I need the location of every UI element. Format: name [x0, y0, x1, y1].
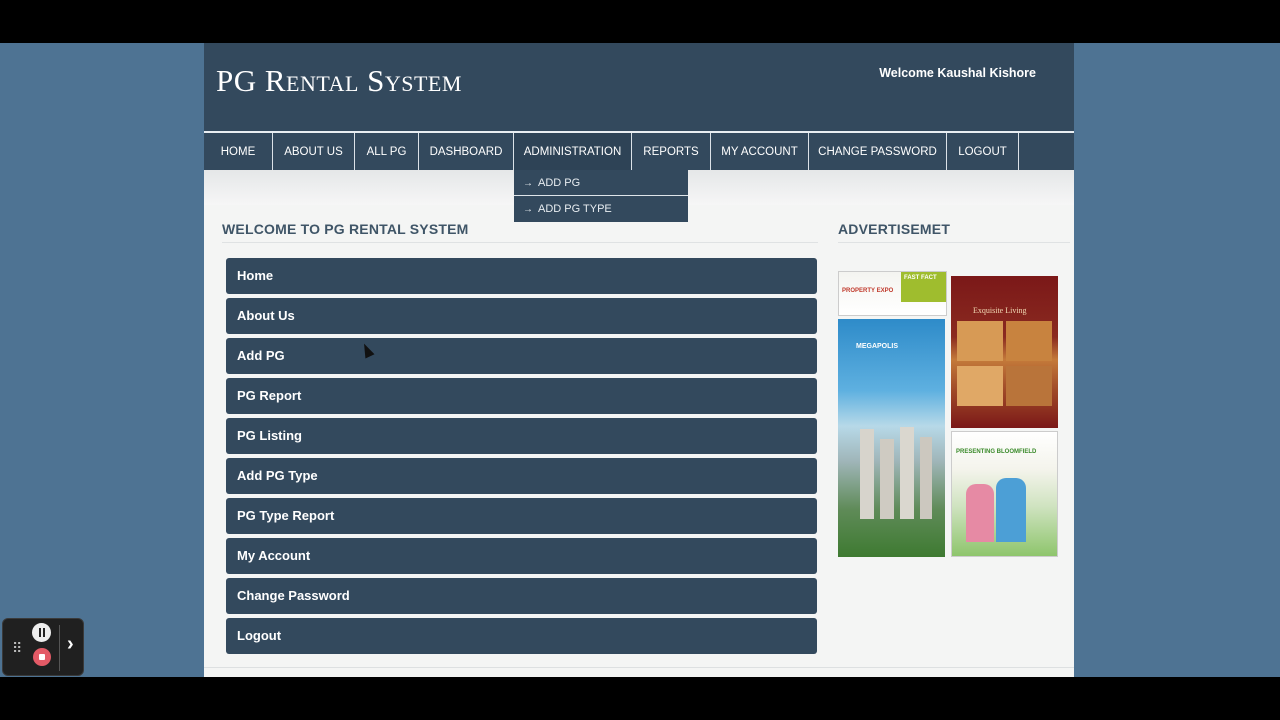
grip-icon[interactable]: ⠿: [12, 640, 22, 657]
nav-home[interactable]: HOME: [204, 133, 273, 170]
menu-pg-listing[interactable]: PG Listing: [226, 418, 817, 454]
ad-property-expo[interactable]: FAST FACT PROPERTY EXPO: [838, 271, 947, 316]
tower-graphic: [880, 439, 894, 519]
top-letterbox: [0, 0, 1280, 43]
browser-stage: PG Rental System Welcome Kaushal Kishore…: [0, 43, 1280, 677]
bottom-letterbox: [0, 677, 1280, 720]
chevron-right-icon[interactable]: ›: [67, 633, 74, 656]
nav-my-account[interactable]: MY ACCOUNT: [711, 133, 809, 170]
nav-reports[interactable]: REPORTS: [632, 133, 711, 170]
menu-about-us[interactable]: About Us: [226, 298, 817, 334]
ad-bloomfield-text: PRESENTING BLOOMFIELD: [956, 449, 1037, 455]
dropdown-add-pg-type[interactable]: → ADD PG TYPE: [514, 196, 688, 222]
advertisement-panel: FAST FACT PROPERTY EXPO MEGAPOLIS Exquis…: [838, 261, 1064, 561]
tower-graphic: [860, 429, 874, 519]
dropdown-add-pg-label: ADD PG: [538, 177, 581, 189]
menu-pg-type-report[interactable]: PG Type Report: [226, 498, 817, 534]
site-logo[interactable]: PG Rental System: [216, 63, 462, 99]
room-photo: [1006, 366, 1052, 406]
arrow-right-icon: →: [523, 178, 533, 189]
menu-logout[interactable]: Logout: [226, 618, 817, 654]
header: PG Rental System Welcome Kaushal Kishore: [204, 43, 1074, 131]
room-photo: [957, 366, 1003, 406]
dropdown-add-pg-type-label: ADD PG TYPE: [538, 203, 612, 215]
main-nav: HOME ABOUT US ALL PG DASHBOARD ADMINISTR…: [204, 133, 1074, 170]
stop-icon[interactable]: [33, 648, 51, 666]
dropdown-add-pg[interactable]: → ADD PG: [514, 170, 688, 196]
menu-home[interactable]: Home: [226, 258, 817, 294]
nav-logout[interactable]: LOGOUT: [947, 133, 1019, 170]
advertisement-title: ADVERTISEMET: [838, 221, 951, 237]
ad-exquisite-living[interactable]: Exquisite Living: [951, 276, 1058, 428]
ad-megapolis-text: MEGAPOLIS: [856, 343, 899, 350]
pause-icon[interactable]: [32, 623, 51, 642]
ad-bloomfield[interactable]: PRESENTING BLOOMFIELD: [951, 431, 1058, 557]
welcome-title: WELCOME TO PG RENTAL SYSTEM: [222, 221, 469, 237]
screen-recorder-widget: ⠿ ›: [2, 618, 84, 676]
menu-pg-report[interactable]: PG Report: [226, 378, 817, 414]
person-graphic: [996, 478, 1026, 542]
person-graphic: [966, 484, 994, 542]
nav-dashboard[interactable]: DASHBOARD: [419, 133, 514, 170]
nav-about-us[interactable]: ABOUT US: [273, 133, 355, 170]
menu-change-password[interactable]: Change Password: [226, 578, 817, 614]
ad-expo-text: PROPERTY EXPO: [842, 288, 894, 294]
footer-strip: [204, 667, 1074, 677]
ad-megapolis[interactable]: MEGAPOLIS: [838, 319, 945, 557]
nav-all-pg[interactable]: ALL PG: [355, 133, 419, 170]
page: PG Rental System Welcome Kaushal Kishore…: [204, 43, 1074, 677]
ad-badge-text: FAST FACT: [904, 275, 937, 281]
menu-my-account[interactable]: My Account: [226, 538, 817, 574]
menu-add-pg[interactable]: Add PG: [226, 338, 817, 374]
ad-exquisite-text: Exquisite Living: [973, 306, 1027, 315]
ad-title-divider: [838, 242, 1070, 243]
tower-graphic: [920, 437, 932, 519]
room-photo: [1006, 321, 1052, 361]
tower-graphic: [900, 427, 914, 519]
menu-add-pg-type[interactable]: Add PG Type: [226, 458, 817, 494]
room-photo: [957, 321, 1003, 361]
nav-change-password[interactable]: CHANGE PASSWORD: [809, 133, 947, 170]
nav-administration[interactable]: ADMINISTRATION: [514, 133, 632, 170]
welcome-message: Welcome Kaushal Kishore: [879, 66, 1036, 80]
title-divider: [222, 242, 818, 243]
administration-dropdown: → ADD PG → ADD PG TYPE: [514, 170, 688, 222]
admin-menu: Home About Us Add PG PG Report PG Listin…: [226, 258, 817, 658]
recorder-divider: [59, 625, 60, 671]
arrow-right-icon: →: [523, 204, 533, 215]
